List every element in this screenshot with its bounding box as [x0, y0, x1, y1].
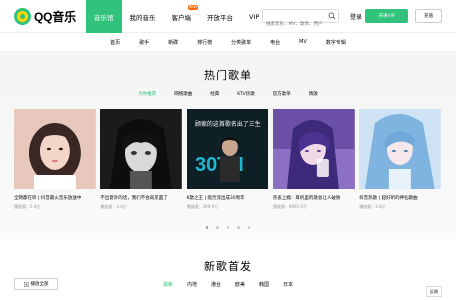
playlist-card[interactable]: 全网都在听 | 抖音最火音乐放送中 播放量：5.9亿	[14, 109, 96, 214]
playlist-category-tabs: 为你推荐 网络歌曲 经典 KTV热歌 官方歌单 情歌	[0, 91, 456, 97]
playlist-play-count: 播放量：3.4亿	[100, 204, 127, 209]
tab-western[interactable]: 欧美	[228, 281, 252, 288]
playlist-title[interactable]: 热衷上瘾：耳机里的歌总让人破防	[273, 195, 355, 201]
hot-playlists-title: 热门歌单	[204, 69, 252, 82]
search-box	[262, 9, 339, 31]
tab-classic[interactable]: 经典	[201, 91, 228, 97]
tab-ktv[interactable]: KTV热歌	[228, 91, 263, 97]
qq-music-logo-icon	[14, 8, 31, 25]
recharge-button[interactable]: 充值	[415, 9, 442, 23]
playlist-card[interactable]: 抖音热歌 | 超好听的神仙歌曲 播放量：3.4亿	[359, 109, 441, 214]
nav-label: 我的音乐	[129, 13, 156, 22]
subnav-mv[interactable]: MV	[290, 33, 317, 51]
playlist-play-count: 播放量：3.4亿	[359, 204, 386, 209]
main-nav: 音乐馆 我的音乐 客户端 NEW 开放平台 VIP	[86, 0, 267, 33]
new-songs-title: 新歌首发	[204, 260, 252, 273]
playlist-title[interactable]: 抖音热歌 | 超好听的神仙歌曲	[359, 195, 441, 201]
nav-open-platform[interactable]: 开放平台	[199, 0, 241, 33]
nav-label: 开放平台	[207, 13, 233, 22]
playlist-cover[interactable]	[359, 109, 441, 189]
playlist-cover[interactable]	[100, 109, 183, 189]
top-navigation-bar: QQ音乐 音乐馆 我的音乐 客户端 NEW 开放平台 VIP 登录 开通VIP 充…	[0, 0, 456, 33]
playlist-play-count: 播放量：9692.9万	[272, 204, 307, 209]
search-input[interactable]	[263, 18, 327, 31]
tab-internet-songs[interactable]: 网络歌曲	[165, 91, 201, 97]
nav-my-music[interactable]: 我的音乐	[122, 0, 164, 33]
tab-love-songs[interactable]: 情歌	[300, 91, 327, 97]
login-link[interactable]: 登录	[350, 12, 362, 21]
playlist-play-count: 播放量：5.9亿	[14, 204, 41, 209]
search-icon[interactable]	[328, 12, 336, 20]
subnav-home[interactable]: 首页	[101, 33, 130, 51]
new-songs-tabs: 最新 内地 港台 欧美 韩国 日本	[0, 281, 456, 288]
feedback-button[interactable]: 反馈	[426, 286, 442, 297]
playlist-cards: 全网都在听 | 抖音最火音乐放送中 播放量：5.9亿 不出意外的话，我们不会再见…	[14, 109, 442, 214]
subnav-digital-albums[interactable]: 数字专辑	[316, 33, 355, 51]
nav-music-hall[interactable]: 音乐馆	[86, 0, 122, 33]
subnav-radio[interactable]: 电台	[261, 33, 290, 51]
subnav-charts[interactable]: 排行榜	[188, 33, 222, 51]
qq-music-logo[interactable]: QQ音乐	[14, 8, 76, 25]
subnav-singers[interactable]: 歌手	[130, 33, 159, 51]
nav-label: 客户端	[171, 13, 192, 22]
playlist-cover[interactable]	[14, 109, 96, 189]
tab-official[interactable]: 官方歌单	[264, 91, 300, 97]
playlist-title[interactable]: K歌之王 | 能否流出成30周年	[187, 195, 269, 201]
tab-japan[interactable]: 日本	[276, 281, 300, 288]
playlist-card[interactable]: 不出意外的话，我们不会再见面了 播放量：3.4亿	[100, 109, 183, 214]
new-badge: NEW	[187, 5, 198, 10]
sub-nav: 首页 歌手 新碟 排行榜 分类歌单 电台 MV 数字专辑	[0, 33, 456, 51]
tab-recommended[interactable]: 为你推荐	[129, 91, 165, 97]
subnav-playlists[interactable]: 分类歌单	[222, 33, 261, 51]
tab-korea[interactable]: 韩国	[252, 281, 276, 288]
subnav-new-albums[interactable]: 新碟	[159, 33, 188, 51]
carousel-dot[interactable]	[237, 226, 240, 229]
playlist-card[interactable]: 热衷上瘾：耳机里的歌总让人破防 播放量：9692.9万	[272, 109, 355, 214]
nav-client[interactable]: 客户端 NEW	[164, 0, 200, 33]
playlist-card[interactable]: 顾家的这首歌名出了三生 30TH K歌之王 | 能否流出成30周年 播放量：39…	[186, 109, 269, 214]
tab-latest[interactable]: 最新	[156, 281, 180, 288]
playlist-cover[interactable]	[272, 109, 355, 189]
logo-text: QQ音乐	[34, 10, 76, 24]
open-vip-button[interactable]: 开通VIP	[365, 9, 408, 23]
carousel-dot[interactable]	[247, 226, 251, 229]
playlist-title[interactable]: 全网都在听 | 抖音最火音乐放送中	[14, 195, 96, 201]
playlist-play-count: 播放量：399.9万	[186, 204, 219, 209]
playlist-cover[interactable]: 顾家的这首歌名出了三生 30TH	[186, 109, 269, 189]
nav-label: VIP	[249, 12, 260, 21]
carousel-pagination	[0, 226, 456, 229]
carousel-dot[interactable]	[205, 226, 209, 229]
playlist-title[interactable]: 不出意外的话，我们不会再见面了	[100, 195, 182, 201]
carousel-dot[interactable]	[226, 226, 230, 229]
carousel-dot[interactable]	[216, 226, 219, 229]
cover-top-text: 顾家的这首歌名出了三生	[195, 120, 261, 128]
nav-label: 音乐馆	[94, 13, 114, 22]
tab-mainland[interactable]: 内地	[180, 281, 204, 288]
tab-hk-tw[interactable]: 港台	[204, 281, 228, 288]
